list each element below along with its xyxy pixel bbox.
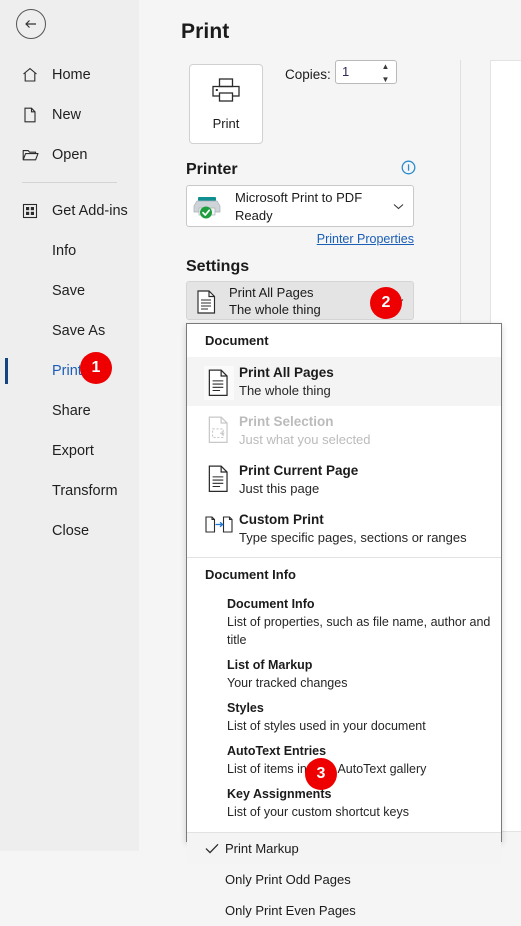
sidebar-item-export[interactable]: Export [0,431,139,471]
sidebar-item-transform[interactable]: Transform [0,471,139,511]
sidebar-item-share[interactable]: Share [0,391,139,431]
menu-item-styles[interactable]: Styles List of styles used in your docum… [187,695,501,738]
dropdown-group-heading-document: Document [205,333,269,348]
menu-item-label: Only Print Odd Pages [225,872,351,887]
chevron-down-icon[interactable] [393,203,404,210]
print-range-subtitle: The whole thing [229,302,321,317]
sidebar-item-label: Save [52,283,86,299]
printer-name: Microsoft Print to PDF [235,190,363,205]
printer-status-icon [193,194,223,220]
sidebar-item-label: New [52,107,82,123]
printer-properties-link[interactable]: Printer Properties [317,232,414,246]
spinner-down-icon[interactable]: ▼ [380,76,391,84]
menu-item-title: Document Info [227,597,315,611]
menu-item-print-current-page[interactable]: Print Current Page Just this page [187,455,501,504]
menu-item-subtitle: The whole thing [239,383,331,398]
menu-item-custom-print[interactable]: Custom Print Type specific pages, sectio… [187,504,501,553]
sidebar-item-label: Close [52,523,90,539]
menu-item-title: Print All Pages [239,365,334,380]
menu-item-list-of-markup[interactable]: List of Markup Your tracked changes [187,652,501,695]
print-button[interactable]: Print [189,64,263,144]
page-current-icon [199,461,239,494]
menu-item-autotext-entries[interactable]: AutoText Entries List of items in your A… [187,738,501,781]
sidebar-item-label: Home [52,67,91,83]
spinner-up-icon[interactable]: ▲ [380,63,391,71]
info-icon[interactable] [401,160,416,175]
menu-item-subtitle: Your tracked changes [227,676,348,690]
page-title: Print [181,20,230,43]
sidebar-item-get-add-ins[interactable]: Get Add-ins [0,191,139,231]
sidebar-item-new[interactable]: New [0,95,139,135]
back-arrow-icon [25,20,36,28]
menu-item-only-print-odd-pages[interactable]: Only Print Odd Pages [187,864,501,895]
copies-stepper[interactable]: 1 ▲ ▼ [335,60,397,84]
folder-open-icon [20,145,40,165]
menu-item-label: Only Print Even Pages [225,903,356,918]
copies-input[interactable]: 1 [342,64,349,79]
dropdown-group-heading-document-info: Document Info [205,567,296,582]
menu-item-title: Styles [227,701,264,715]
sidebar-item-label: Share [52,403,91,419]
sidebar-item-label: Open [52,147,88,163]
menu-item-title: Custom Print [239,512,324,527]
menu-item-document-info[interactable]: Document Info List of properties, such a… [187,591,501,652]
page-selection-icon [199,412,239,445]
sidebar-item-open[interactable]: Open [0,135,139,175]
new-document-icon [20,105,40,125]
sidebar-item-label: Transform [52,483,118,499]
menu-item-subtitle: Just this page [239,481,320,496]
back-button[interactable] [16,9,46,39]
menu-item-subtitle: Type specific pages, sections or ranges [239,530,467,545]
copies-label: Copies: [285,67,331,82]
sidebar-item-close[interactable]: Close [0,511,139,551]
home-icon [20,65,40,85]
custom-print-icon [199,510,239,539]
menu-item-subtitle: List of your custom shortcut keys [227,805,410,819]
step-badge-3: 3 [305,758,337,790]
menu-item-subtitle: Just what you selected [239,432,371,447]
menu-item-label: Print Markup [225,841,299,856]
sidebar-item-list: Home New Open Get Add-ins Info Save Save… [0,55,139,551]
sidebar-item-info[interactable]: Info [0,231,139,271]
sidebar-item-home[interactable]: Home [0,55,139,95]
menu-item-subtitle: List of styles used in your document [227,719,426,733]
printer-status: Ready [235,208,273,223]
settings-section-heading: Settings [186,258,250,275]
add-ins-grid-icon [20,201,40,221]
menu-item-title: AutoText Entries [227,744,327,758]
menu-item-title: List of Markup [227,658,313,672]
sidebar-item-label: Get Add-ins [52,203,128,219]
menu-item-print-markup[interactable]: Print Markup [187,833,501,864]
menu-item-key-assignments[interactable]: Key Assignments List of your custom shor… [187,781,501,824]
sidebar-item-label: Info [52,243,77,259]
step-badge-1: 1 [80,352,112,384]
sidebar-divider [22,182,117,183]
step-badge-2: 2 [370,287,402,319]
sidebar-item-save[interactable]: Save [0,271,139,311]
sidebar-item-label: Save As [52,323,106,339]
print-range-title: Print All Pages [229,285,314,300]
print-range-dropdown-menu: Document Print All Pages The whole thing [186,323,502,918]
menu-item-print-all-pages[interactable]: Print All Pages The whole thing [187,357,501,406]
printer-icon [212,78,240,102]
menu-item-title: Print Selection [239,414,334,429]
backstage-sidebar: Home New Open Get Add-ins Info Save Save… [0,0,139,851]
sidebar-item-label: Print [52,363,82,379]
sidebar-item-label: Export [52,443,94,459]
menu-item-title: Print Current Page [239,463,359,478]
printer-section-heading: Printer [186,161,238,178]
printer-select[interactable]: Microsoft Print to PDF Ready [186,185,414,227]
sidebar-item-save-as[interactable]: Save As [0,311,139,351]
menu-item-only-print-even-pages[interactable]: Only Print Even Pages [187,895,501,926]
menu-item-subtitle: List of properties, such as file name, a… [227,615,491,647]
copies-spinner[interactable]: ▲ ▼ [380,63,391,84]
menu-item-print-selection: Print Selection Just what you selected [187,406,501,455]
checkmark-icon [199,843,225,854]
page-all-icon [195,289,219,315]
print-button-label: Print [212,116,240,131]
sidebar-item-print[interactable]: Print [0,351,139,391]
page-all-icon [199,363,239,400]
